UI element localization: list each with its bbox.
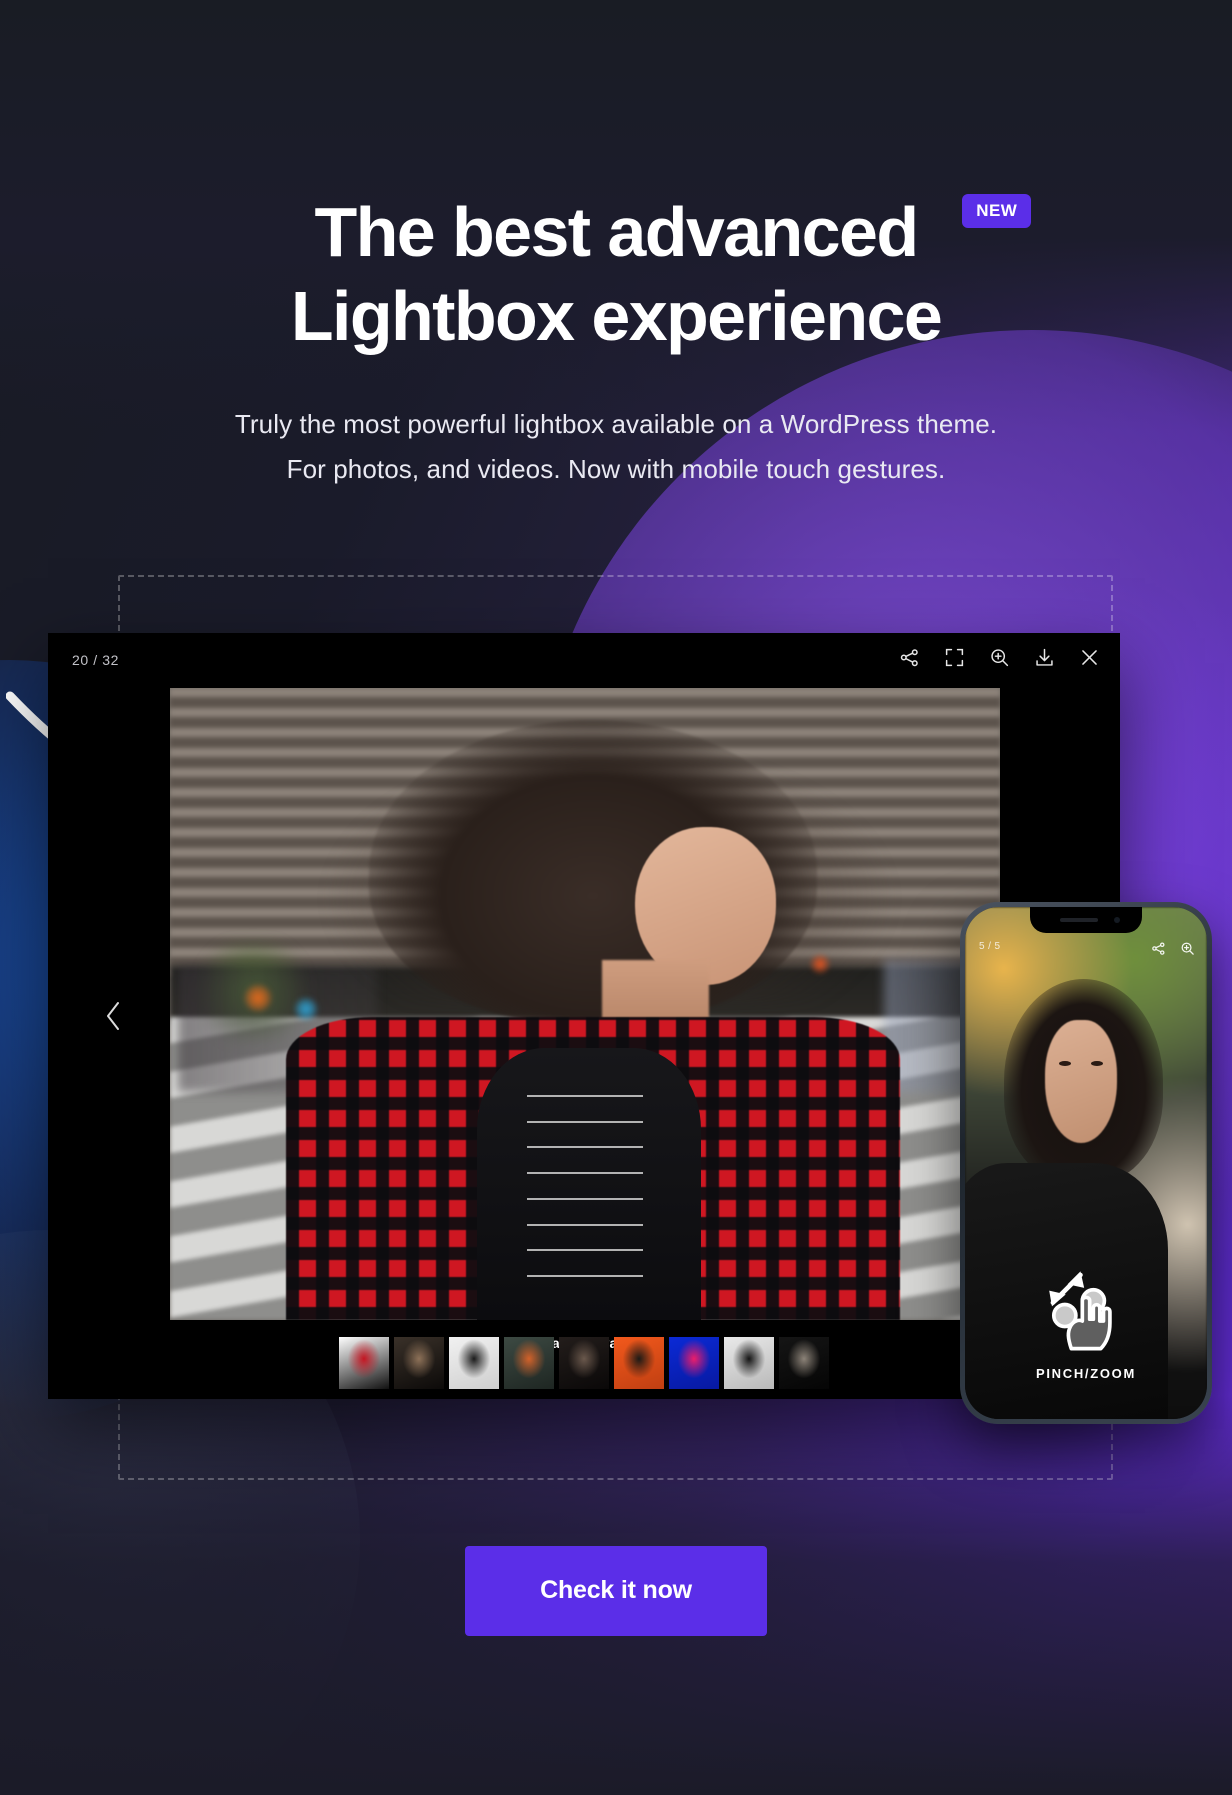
thumbnail-item[interactable] (394, 1337, 444, 1389)
headline-wrapper: The best advanced Lightbox experience NE… (290, 190, 1032, 358)
thumbnail-item[interactable] (449, 1337, 499, 1389)
lightbox-toolbar (899, 647, 1100, 668)
thumbnail-item[interactable] (559, 1337, 609, 1389)
check-it-now-button[interactable]: Check it now (465, 1546, 767, 1636)
fullscreen-icon[interactable] (944, 647, 965, 668)
phone-mockup: 5 / 5 PINCH/ZOOM (960, 902, 1212, 1424)
hero-subtitle: Truly the most powerful lightbox availab… (234, 409, 998, 484)
hero-header: The best advanced Lightbox experience NE… (0, 0, 1232, 491)
thumbnail-item[interactable] (614, 1337, 664, 1389)
zoom-in-icon[interactable] (1180, 941, 1195, 956)
download-icon[interactable] (1034, 647, 1055, 668)
phone-toolbar (1151, 941, 1195, 956)
previous-image-button[interactable] (104, 1000, 124, 1032)
thumbnail-item[interactable] (669, 1337, 719, 1389)
share-icon[interactable] (1151, 941, 1166, 956)
lightbox-counter: 20 / 32 (72, 652, 120, 668)
phone-image-counter: 5 / 5 (979, 941, 1001, 952)
thumbnail-item[interactable] (779, 1337, 829, 1389)
lightbox-main-image[interactable] (170, 688, 1000, 1320)
page-title: The best advanced Lightbox experience (290, 193, 943, 355)
thumbnail-item[interactable] (724, 1337, 774, 1389)
phone-notch (1030, 907, 1142, 933)
status-badge-new: NEW (962, 194, 1032, 228)
phone-screen: 5 / 5 PINCH/ZOOM (965, 907, 1207, 1419)
close-icon[interactable] (1079, 647, 1100, 668)
pinch-zoom-hint: PINCH/ZOOM (1011, 1264, 1161, 1381)
pinch-zoom-label: PINCH/ZOOM (1035, 1366, 1137, 1381)
landing-page: The best advanced Lightbox experience NE… (0, 0, 1232, 1795)
cta-section: Check it now (0, 1546, 1232, 1636)
decorative-lacing (526, 1086, 644, 1301)
thumbnail-item[interactable] (339, 1337, 389, 1389)
thumbnail-item[interactable] (504, 1337, 554, 1389)
pinch-zoom-icon (1039, 1264, 1133, 1356)
share-icon[interactable] (899, 647, 920, 668)
zoom-in-icon[interactable] (989, 647, 1010, 668)
